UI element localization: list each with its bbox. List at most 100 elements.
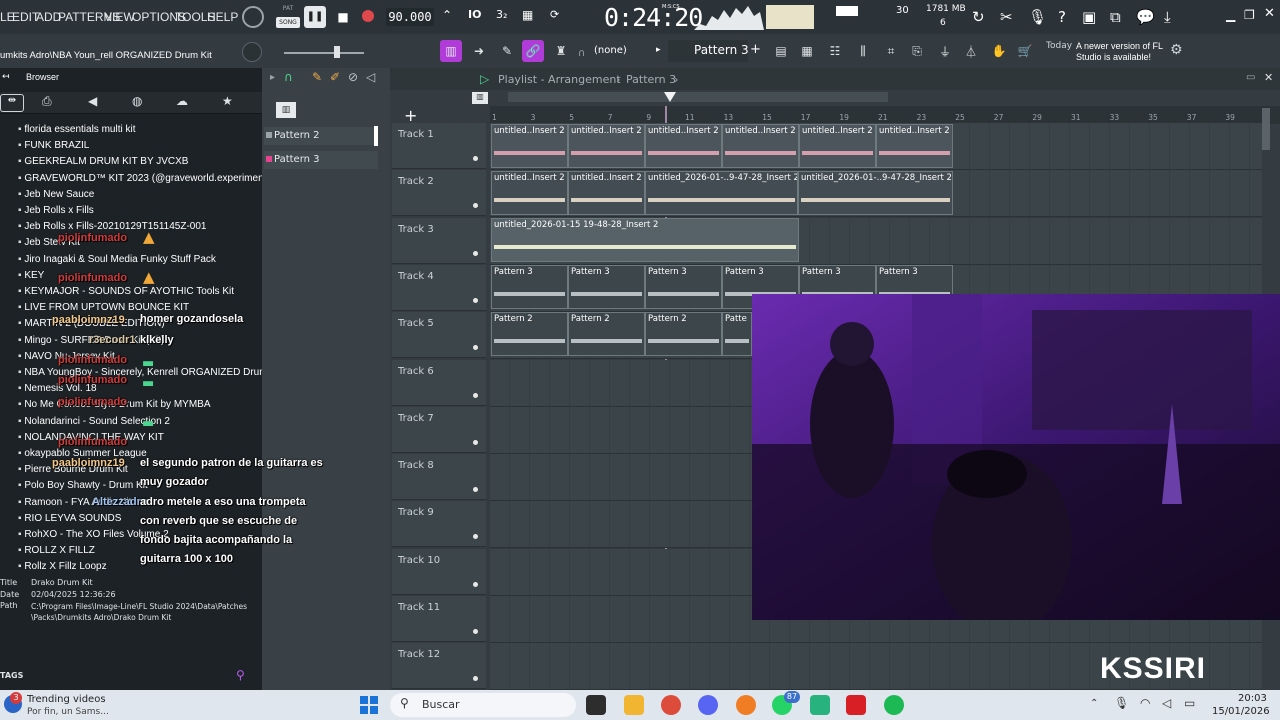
- playlist-clip[interactable]: untitled..Insert 2: [568, 171, 645, 215]
- track-mute-led[interactable]: [473, 250, 478, 256]
- download-icon[interactable]: ⤓: [1164, 8, 1171, 26]
- pause-button[interactable]: ❚❚: [304, 6, 326, 28]
- clock-time[interactable]: 20:03: [1238, 693, 1267, 704]
- plugin-icon[interactable]: ⏚: [934, 40, 956, 62]
- browser-folder-item[interactable]: Polo Boy Shawty - Drum Kit: [18, 480, 147, 491]
- draw-tool-icon[interactable]: ✎: [496, 40, 518, 62]
- metronome-icon[interactable]: ⌃: [442, 8, 460, 26]
- track-header[interactable]: Track 10: [392, 548, 486, 595]
- chat-icon[interactable]: 💬: [1136, 8, 1155, 26]
- track-mute-led[interactable]: [473, 392, 478, 398]
- rack-arrow-icon[interactable]: ▸: [270, 72, 275, 83]
- song-mode[interactable]: SONG: [276, 17, 300, 28]
- windows-start-icon[interactable]: [360, 696, 378, 714]
- browser-icon[interactable]: ⎘: [906, 40, 928, 62]
- browser-folder-item[interactable]: RIO LEYVA SOUNDS: [18, 513, 121, 524]
- mute-tool-icon[interactable]: ◁: [366, 70, 375, 84]
- browser-cloud-icon[interactable]: ☁: [176, 94, 188, 108]
- help-icon[interactable]: ?: [1058, 8, 1066, 26]
- mic-tray-icon[interactable]: 🎙: [1114, 696, 1129, 710]
- spotify-icon[interactable]: [884, 695, 904, 715]
- playlist-clip[interactable]: untitled_2026-01-..9-47-28_Insert 2: [798, 171, 953, 215]
- track-header[interactable]: Track 3: [392, 217, 486, 264]
- task-view-icon[interactable]: [586, 695, 606, 715]
- pat-mode[interactable]: PAT: [276, 5, 300, 15]
- track-header[interactable]: Track 2: [392, 170, 486, 217]
- refresh-icon[interactable]: ↻: [972, 8, 985, 26]
- pattern-picker-icon[interactable]: ▥: [472, 92, 488, 104]
- fl-studio-icon[interactable]: [736, 695, 756, 715]
- save-icon[interactable]: ▣: [1082, 8, 1096, 26]
- wait-record-icon[interactable]: IO: [468, 8, 488, 26]
- clock-date[interactable]: 15/01/2026: [1212, 706, 1270, 717]
- playlist-play-icon[interactable]: ▷: [480, 72, 489, 86]
- app-icon[interactable]: [810, 695, 830, 715]
- battery-icon[interactable]: ▭: [1184, 696, 1195, 710]
- playlist-clip[interactable]: Patte: [722, 312, 752, 356]
- horizontal-scrollbar[interactable]: [508, 92, 888, 102]
- playlist-clip[interactable]: untitled..Insert 2: [491, 171, 568, 215]
- playlist-close-icon[interactable]: ✕: [1264, 71, 1273, 84]
- cart-icon[interactable]: 🛒: [1014, 40, 1036, 62]
- track-mute-led[interactable]: [473, 203, 478, 209]
- vertical-scrollbar[interactable]: [1262, 108, 1270, 150]
- pitch-knob[interactable]: [242, 42, 262, 62]
- browser-globe-icon[interactable]: ◍: [132, 94, 142, 108]
- track-header[interactable]: Track 5: [392, 312, 486, 359]
- slider-handle[interactable]: [334, 46, 340, 58]
- browser-folder-item[interactable]: KEY: [18, 270, 44, 281]
- track-mute-led[interactable]: [473, 156, 478, 161]
- playlist-clip[interactable]: Pattern 2: [491, 312, 568, 356]
- step-sequencer-icon[interactable]: ▥: [276, 102, 296, 118]
- browser-folder-item[interactable]: Rollz X Fillz Loopz: [18, 561, 106, 572]
- playlist-clip[interactable]: untitled..Insert 2: [722, 124, 799, 168]
- news-title[interactable]: Trending videos: [27, 694, 106, 705]
- browser-star-icon[interactable]: ★: [222, 94, 233, 108]
- playlist-clip[interactable]: Pattern 3: [645, 265, 722, 309]
- track-mute-led[interactable]: [473, 534, 478, 540]
- pencil-tool-icon[interactable]: ✎: [312, 70, 322, 84]
- stop-button[interactable]: ■: [332, 6, 354, 28]
- playlist-clip[interactable]: untitled_2026-01-15 19-48-28_Insert 2: [491, 218, 799, 262]
- pattern-selector[interactable]: Pattern 3: [668, 40, 749, 62]
- microphone-icon[interactable]: 🎙: [1028, 8, 1047, 26]
- menu-view[interactable]: VIEW: [104, 10, 135, 24]
- browser-folder-item[interactable]: Jeb Rolls x Fills: [18, 205, 93, 216]
- headphones-icon[interactable]: ∩: [284, 70, 293, 84]
- browser-back-icon[interactable]: ↤: [2, 72, 10, 82]
- track-mute-led[interactable]: [473, 439, 478, 445]
- performance-icon[interactable]: ⏃: [960, 40, 982, 62]
- track-header[interactable]: Track 11: [392, 596, 486, 642]
- paint-tool-icon[interactable]: ✐: [330, 70, 340, 84]
- track-mute-led[interactable]: [473, 487, 478, 493]
- browser-files-icon[interactable]: ⎙: [42, 94, 52, 109]
- playlist-clip[interactable]: Pattern 3: [491, 265, 568, 309]
- browser-folder-item[interactable]: GEEKREALM DRUM KIT BY JVCXB: [18, 156, 188, 167]
- step-edit-icon[interactable]: ▦: [522, 8, 542, 26]
- track-header[interactable]: Track 4: [392, 264, 486, 311]
- add-pattern-icon[interactable]: +: [750, 42, 761, 57]
- browser-all-tab-icon[interactable]: ⇹: [0, 94, 24, 112]
- track-mute-led[interactable]: [473, 297, 478, 303]
- mixer-icon[interactable]: ⫼: [852, 40, 874, 62]
- track-header[interactable]: Track 12: [392, 643, 486, 690]
- playlist-clip[interactable]: Pattern 3: [568, 265, 645, 309]
- playlist-clip[interactable]: Pattern 2: [645, 312, 722, 356]
- magnet-snap-icon[interactable]: 🔗: [522, 40, 544, 62]
- close-icon[interactable]: ✕: [1264, 6, 1275, 21]
- discord-icon[interactable]: [698, 695, 718, 715]
- playlist-clip[interactable]: Pattern 2: [568, 312, 645, 356]
- minimize-icon[interactable]: ▁: [1226, 8, 1235, 22]
- track-header[interactable]: Track 8: [392, 454, 486, 501]
- track-mute-led[interactable]: [473, 676, 478, 682]
- pattern-row-2[interactable]: Pattern 3: [264, 151, 378, 169]
- browser-folder-item[interactable]: Jiro Inagaki & Soul Media Funky Stuff Pa…: [18, 254, 216, 265]
- news-subtitle[interactable]: Por fin, un Sams...: [27, 707, 109, 717]
- delete-tool-icon[interactable]: ⊘: [348, 70, 358, 84]
- wifi-icon[interactable]: ◠: [1140, 696, 1150, 710]
- volume-icon[interactable]: ◁: [1162, 696, 1171, 710]
- browser-folder-item[interactable]: GRAVEWORLD™ KIT 2023 (@graveworld.experi…: [18, 173, 269, 184]
- tempo-display[interactable]: 90.000: [386, 8, 434, 26]
- browser-speaker-icon[interactable]: ◀: [88, 94, 97, 108]
- track-header[interactable]: Track 6: [392, 359, 486, 406]
